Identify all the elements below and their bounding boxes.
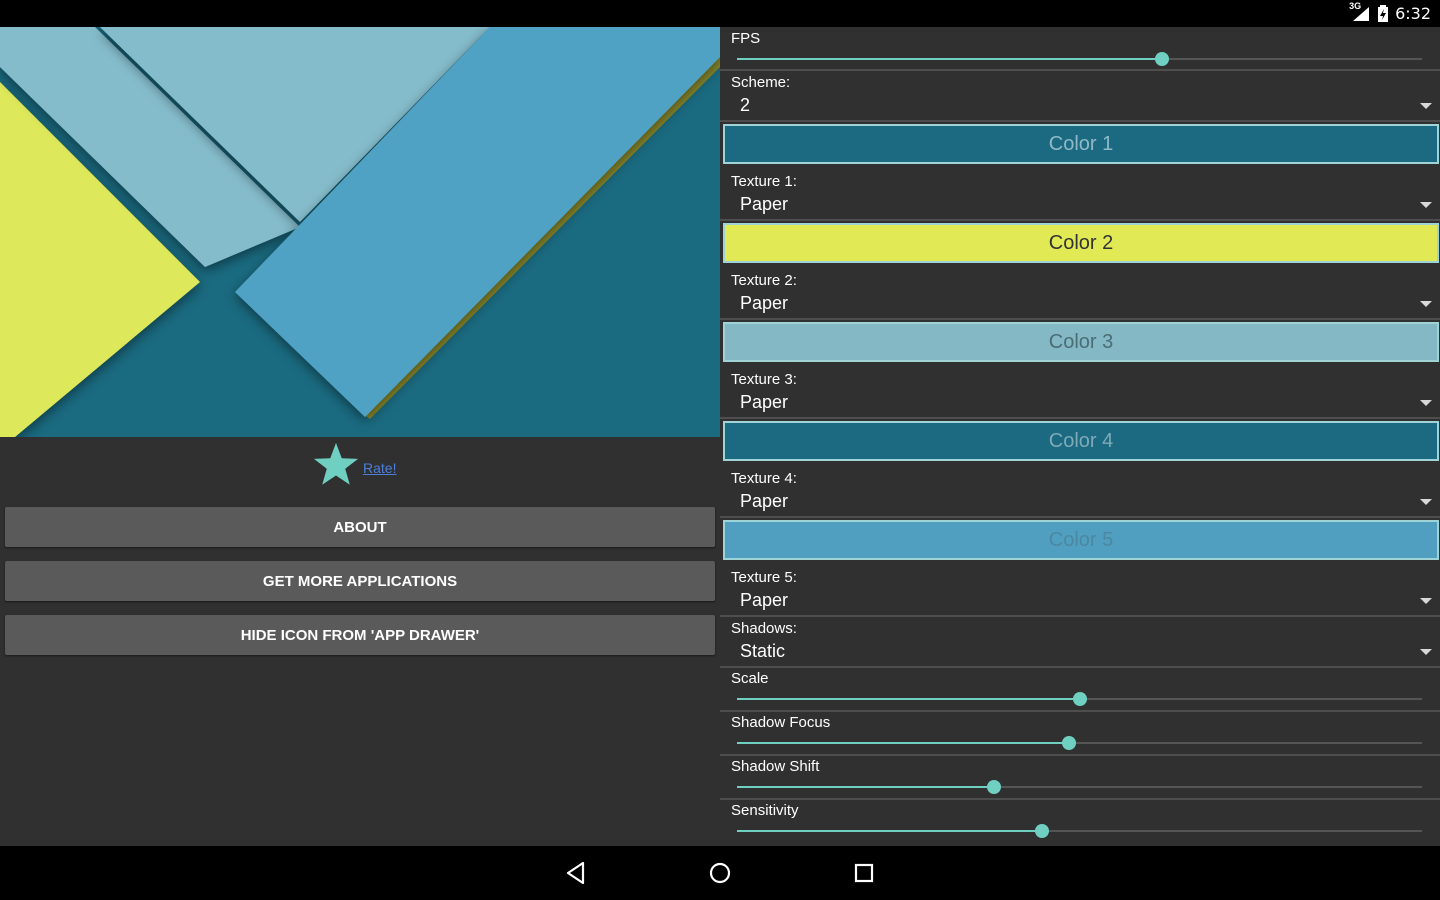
divider [720, 120, 1440, 122]
color-1-button[interactable]: Color 1 [723, 124, 1439, 164]
shadow-shift-slider[interactable] [737, 777, 1422, 797]
shadow-focus-slider[interactable] [737, 733, 1422, 753]
texture-1-label: Texture 1: [731, 173, 797, 190]
scheme-dropdown[interactable]: 2 [720, 93, 1440, 121]
divider [720, 69, 1440, 71]
texture-5-value: Paper [740, 590, 789, 610]
dropdown-arrow-icon [1420, 649, 1432, 655]
texture-3-label: Texture 3: [731, 371, 797, 388]
shadow-focus-label: Shadow Focus [731, 714, 831, 731]
texture-3-value: Paper [740, 392, 789, 412]
settings-panel: FPS Scheme: 2 Color 1 Texture 1: Paper C… [720, 27, 1440, 846]
wallpaper-preview [0, 27, 720, 437]
color-5-button[interactable]: Color 5 [723, 520, 1439, 560]
dropdown-arrow-icon [1420, 598, 1432, 604]
shadows-value: Static [740, 641, 786, 661]
texture-3-dropdown[interactable]: Paper [720, 390, 1440, 418]
texture-5-label: Texture 5: [731, 569, 797, 586]
slider-fill [737, 786, 994, 788]
shadows-dropdown[interactable]: Static [720, 639, 1440, 667]
scheme-label: Scheme: [731, 74, 791, 91]
dropdown-arrow-icon [1420, 400, 1432, 406]
fps-label: FPS [731, 30, 761, 47]
dropdown-arrow-icon [1420, 499, 1432, 505]
slider-fill [737, 742, 1070, 744]
texture-5-dropdown[interactable]: Paper [720, 588, 1440, 616]
slider-thumb[interactable] [1062, 736, 1077, 750]
about-button[interactable]: ABOUT [5, 507, 715, 547]
rate-link[interactable]: Rate! [363, 460, 396, 476]
scheme-value: 2 [740, 95, 751, 115]
texture-4-label: Texture 4: [731, 470, 797, 487]
divider [720, 798, 1440, 800]
clock: 6:32 [1395, 4, 1431, 23]
slider-thumb[interactable] [1154, 52, 1169, 66]
divider [720, 417, 1440, 419]
back-icon[interactable] [562, 859, 590, 887]
home-icon[interactable] [706, 859, 734, 887]
texture-4-dropdown[interactable]: Paper [720, 489, 1440, 517]
status-bar: 3G 6:32 [0, 0, 1440, 27]
navigation-bar [0, 846, 1440, 900]
divider [720, 318, 1440, 320]
hide-icon-button[interactable]: HIDE ICON FROM 'APP DRAWER' [5, 615, 715, 655]
recents-icon[interactable] [850, 859, 878, 887]
battery-icon [1378, 4, 1389, 22]
signal-icon: 3G [1349, 1, 1371, 23]
sensitivity-slider[interactable] [737, 821, 1422, 841]
slider-thumb[interactable] [986, 780, 1001, 794]
color-3-button[interactable]: Color 3 [723, 322, 1439, 362]
texture-2-dropdown[interactable]: Paper [720, 291, 1440, 319]
divider [720, 516, 1440, 518]
divider [720, 615, 1440, 617]
color-4-button[interactable]: Color 4 [723, 421, 1439, 461]
divider [720, 666, 1440, 668]
slider-fill [737, 698, 1080, 700]
texture-1-dropdown[interactable]: Paper [720, 192, 1440, 220]
fps-slider[interactable] [737, 49, 1422, 69]
divider [720, 754, 1440, 756]
sensitivity-label: Sensitivity [731, 802, 799, 819]
shadow-shift-label: Shadow Shift [731, 758, 820, 775]
shadows-label: Shadows: [731, 620, 797, 637]
status-icons: 3G 6:32 [1349, 0, 1431, 27]
slider-thumb[interactable] [1034, 824, 1049, 838]
dropdown-arrow-icon [1420, 103, 1432, 109]
slider-thumb[interactable] [1072, 692, 1087, 706]
scale-label: Scale [731, 670, 769, 687]
slider-fill [737, 58, 1162, 60]
scale-slider[interactable] [737, 689, 1422, 709]
dropdown-arrow-icon [1420, 301, 1432, 307]
dropdown-arrow-icon [1420, 202, 1432, 208]
slider-fill [737, 830, 1042, 832]
texture-2-label: Texture 2: [731, 272, 797, 289]
color-2-button[interactable]: Color 2 [723, 223, 1439, 263]
divider [720, 710, 1440, 712]
texture-1-value: Paper [740, 194, 789, 214]
texture-4-value: Paper [740, 491, 789, 511]
texture-2-value: Paper [740, 293, 789, 313]
star-icon[interactable] [313, 441, 359, 487]
divider [720, 219, 1440, 221]
get-more-applications-button[interactable]: GET MORE APPLICATIONS [5, 561, 715, 601]
